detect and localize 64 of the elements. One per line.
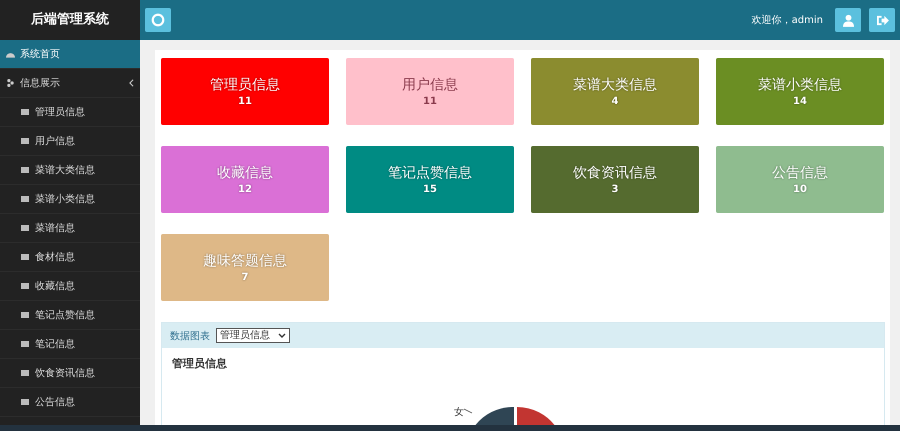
sidebar-item[interactable]: 信息展示 bbox=[0, 69, 140, 98]
table-icon bbox=[21, 254, 29, 260]
table-icon bbox=[21, 283, 29, 289]
user-button[interactable] bbox=[835, 8, 861, 32]
stat-card[interactable]: 饮食资讯信息 3 bbox=[531, 146, 699, 213]
table-icon bbox=[21, 138, 29, 144]
card-title: 饮食资讯信息 bbox=[573, 164, 657, 182]
chart-select[interactable]: 管理员信息 bbox=[216, 328, 290, 343]
sidebar-subitem[interactable]: 菜谱大类信息 bbox=[0, 156, 140, 185]
card-count: 14 bbox=[793, 96, 807, 107]
card-title: 用户信息 bbox=[402, 76, 458, 94]
table-icon bbox=[21, 167, 29, 173]
sidebar-subitem[interactable]: 食材信息 bbox=[0, 243, 140, 272]
card-count: 3 bbox=[612, 184, 618, 195]
logout-icon bbox=[876, 14, 888, 26]
table-icon bbox=[21, 196, 29, 202]
table-icon bbox=[21, 399, 29, 405]
chart-title: 管理员信息 bbox=[172, 356, 228, 371]
logout-button[interactable] bbox=[869, 8, 895, 32]
sidebar-subitem[interactable]: 收藏信息 bbox=[0, 272, 140, 301]
sidebar-subitem[interactable]: 用户信息 bbox=[0, 127, 140, 156]
stat-card[interactable]: 笔记点赞信息 15 bbox=[346, 146, 514, 213]
card-title: 笔记点赞信息 bbox=[388, 164, 472, 182]
sidebar-subitem[interactable]: 菜谱信息 bbox=[0, 214, 140, 243]
card-count: 15 bbox=[423, 184, 437, 195]
settings-button[interactable] bbox=[145, 8, 171, 32]
stat-card[interactable]: 菜谱大类信息 4 bbox=[531, 58, 699, 125]
card-title: 菜谱小类信息 bbox=[758, 76, 842, 94]
card-title: 趣味答题信息 bbox=[203, 252, 287, 270]
card-title: 收藏信息 bbox=[217, 164, 273, 182]
user-icon bbox=[842, 14, 854, 26]
card-count: 11 bbox=[238, 96, 252, 107]
chart-label: 数据图表 bbox=[170, 330, 210, 342]
card-title: 菜谱大类信息 bbox=[573, 76, 657, 94]
card-count: 4 bbox=[612, 96, 618, 107]
welcome-text: 欢迎你，admin bbox=[752, 14, 823, 27]
table-icon bbox=[21, 225, 29, 231]
sidebar-subitem[interactable]: 笔记信息 bbox=[0, 330, 140, 359]
card-count: 10 bbox=[793, 184, 807, 195]
sidebar-subitem[interactable]: 笔记点赞信息 bbox=[0, 301, 140, 330]
table-icon bbox=[21, 109, 29, 115]
stat-card[interactable]: 用户信息 11 bbox=[346, 58, 514, 125]
sidebar-subitem[interactable]: 公告信息 bbox=[0, 388, 140, 417]
stat-card[interactable]: 管理员信息 11 bbox=[161, 58, 329, 125]
dashboard-icon bbox=[6, 50, 15, 58]
card-title: 公告信息 bbox=[772, 164, 828, 182]
caret-icon bbox=[278, 333, 286, 338]
circle-icon bbox=[151, 13, 165, 27]
chevron-icon bbox=[129, 79, 134, 87]
card-count: 11 bbox=[423, 96, 437, 107]
table-icon bbox=[21, 341, 29, 347]
sidebar-subitem[interactable]: 饮食资讯信息 bbox=[0, 359, 140, 388]
card-count: 12 bbox=[238, 184, 252, 195]
table-icon bbox=[21, 370, 29, 376]
sitemap-icon bbox=[6, 79, 15, 87]
sidebar-item[interactable]: 系统首页 bbox=[0, 40, 140, 69]
sidebar-subitem[interactable]: 菜谱小类信息 bbox=[0, 185, 140, 214]
pie-label: 女 bbox=[454, 406, 464, 419]
app-title: 后端管理系统 bbox=[30, 10, 110, 29]
sidebar-subitem[interactable]: 管理员信息 bbox=[0, 98, 140, 127]
card-title: 管理员信息 bbox=[210, 76, 280, 94]
table-icon bbox=[21, 312, 29, 318]
card-count: 7 bbox=[242, 272, 248, 283]
stat-card[interactable]: 菜谱小类信息 14 bbox=[716, 58, 884, 125]
